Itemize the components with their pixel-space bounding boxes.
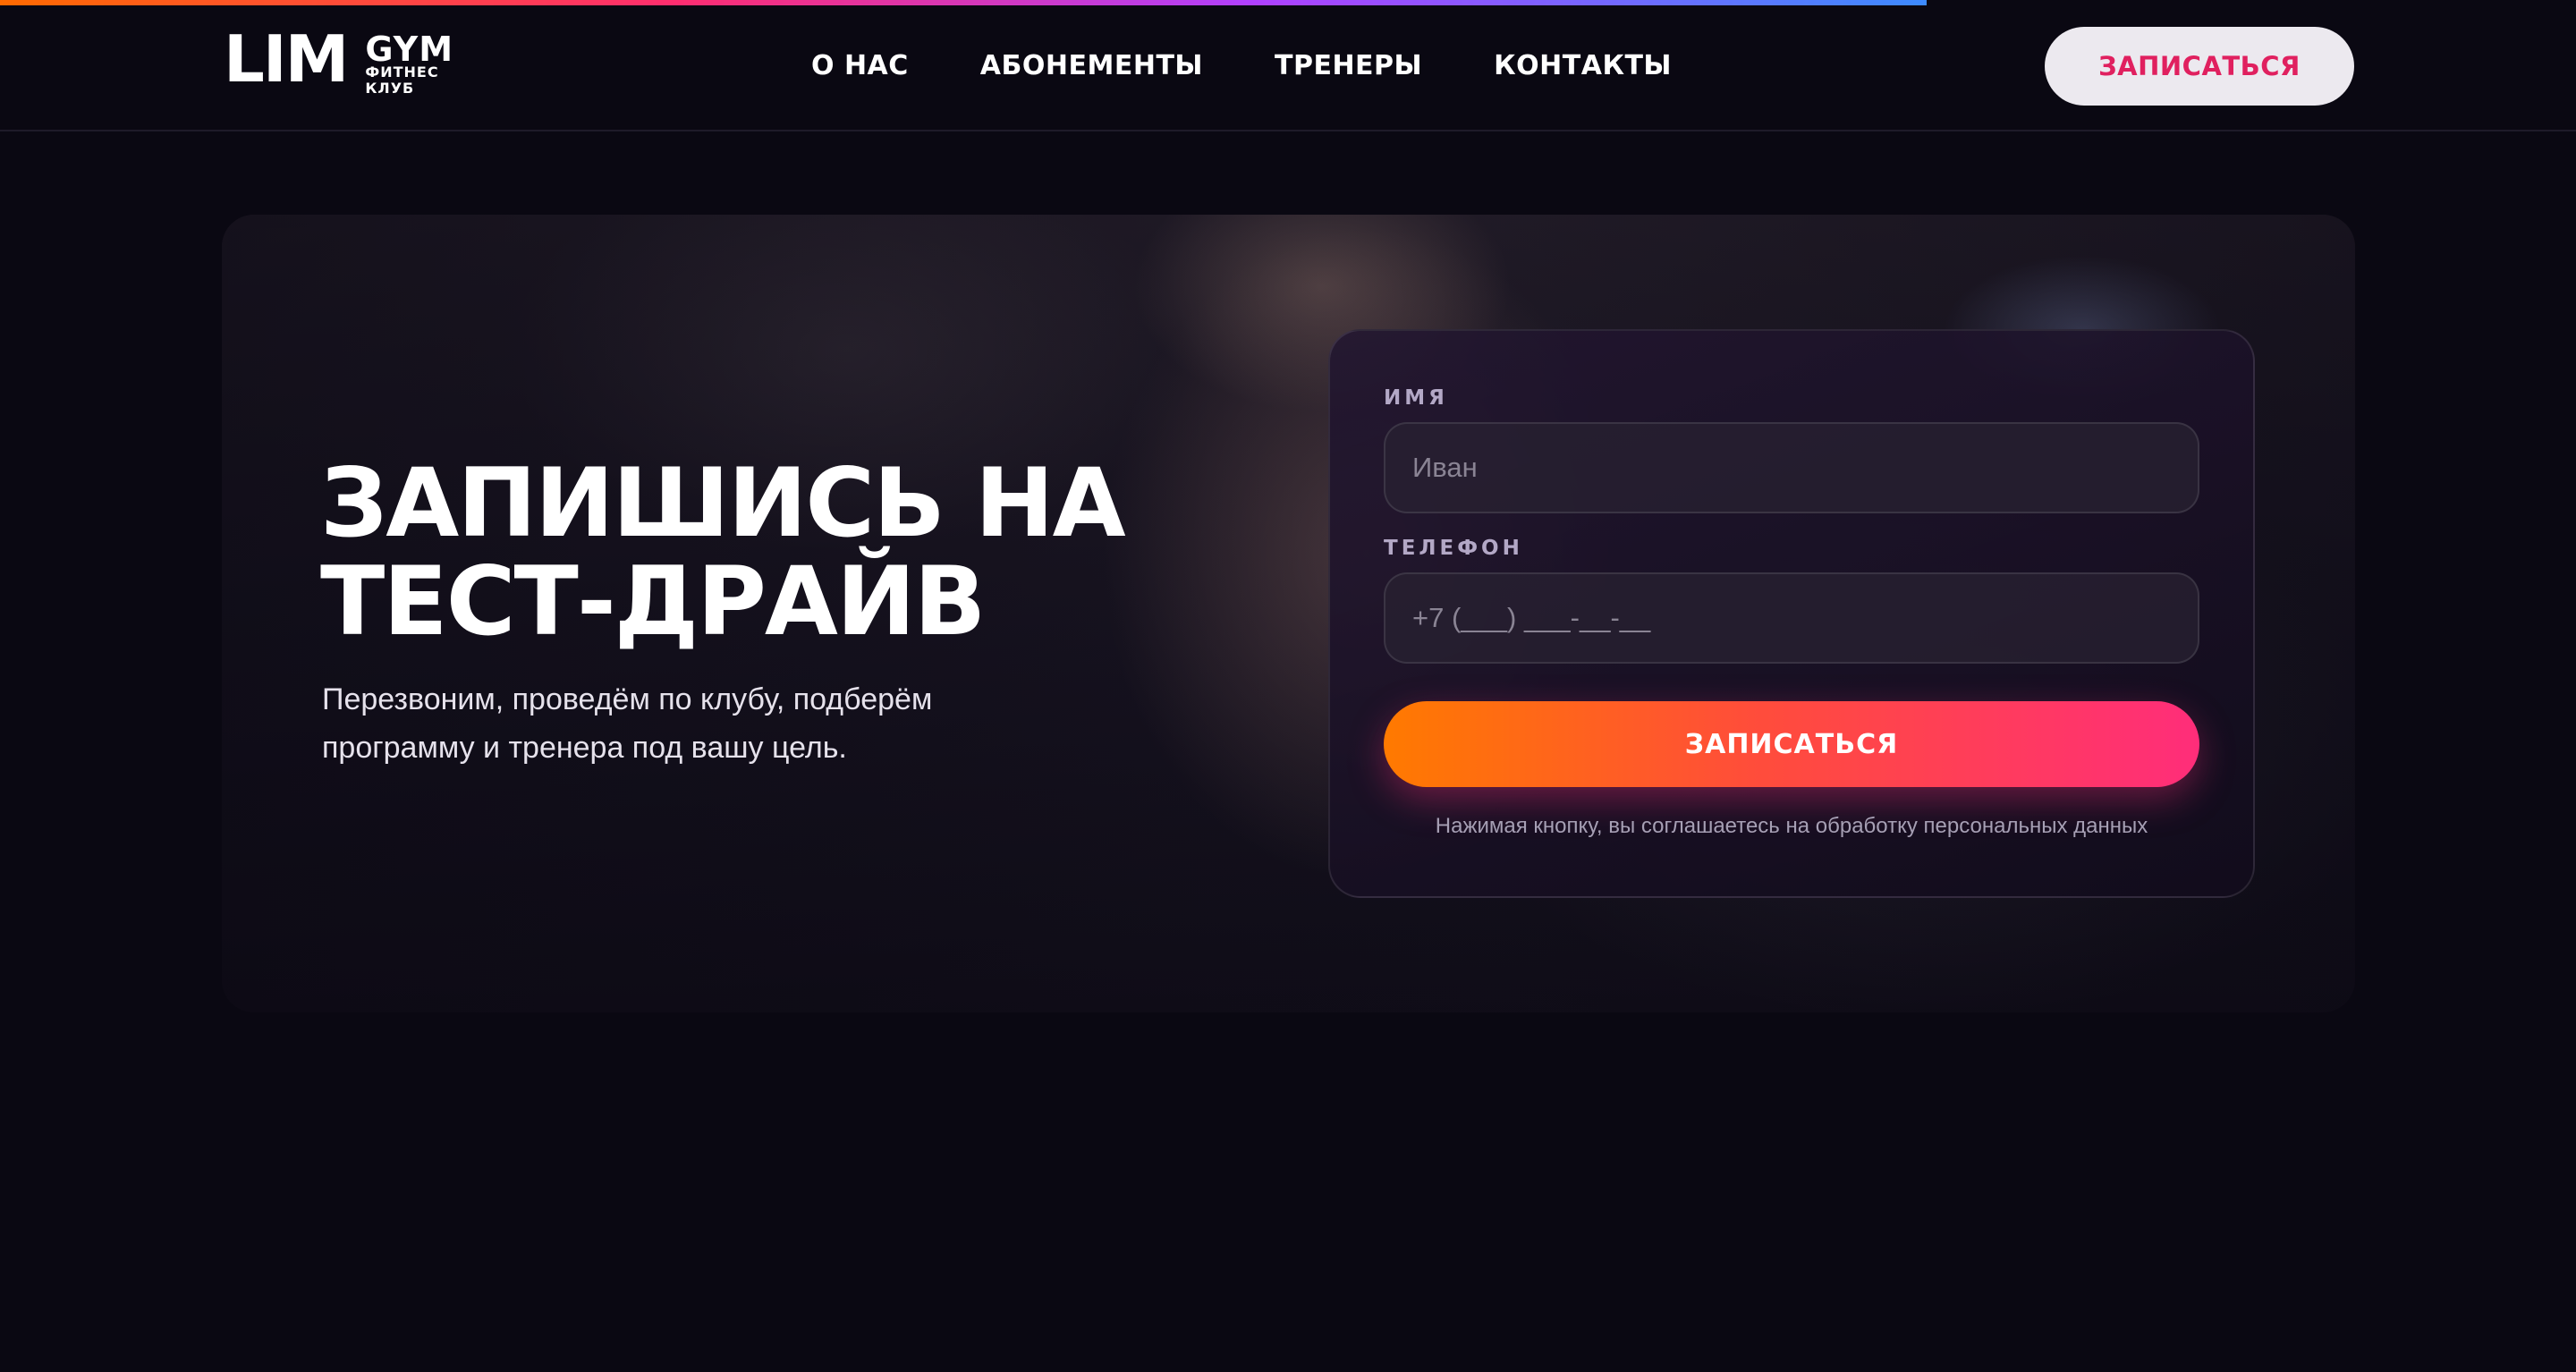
signup-form: ИМЯ ТЕЛЕФОН ЗАПИСАТЬСЯ Нажимая кнопку, в… xyxy=(1328,329,2255,898)
phone-input[interactable] xyxy=(1384,572,2199,664)
consent-text: Нажимая кнопку, вы соглашаетесь на обраб… xyxy=(1435,814,2148,838)
logo-right: GYM ФИТНЕС КЛУБ xyxy=(365,32,453,97)
logo[interactable]: LIM GYM ФИТНЕС КЛУБ xyxy=(224,21,453,97)
nav-item-memberships[interactable]: АБОНЕМЕНТЫ xyxy=(980,47,1203,86)
logo-main-text: LIM xyxy=(224,21,349,97)
top-gradient-bar xyxy=(0,0,1927,5)
site-header: LIM GYM ФИТНЕС КЛУБ О НАС АБОНЕМЕНТЫ ТРЕ… xyxy=(0,0,2576,131)
nav-item-about[interactable]: О НАС xyxy=(811,47,909,86)
header-signup-button[interactable]: ЗАПИСАТЬСЯ xyxy=(2045,27,2354,106)
hero-section: ЗАПИШИСЬ НА ТЕСТ-ДРАЙВ Перезвоним, прове… xyxy=(222,215,2355,1012)
logo-subtitle-line1: ФИТНЕС xyxy=(365,64,439,80)
phone-label: ТЕЛЕФОН xyxy=(1384,537,1523,560)
nav-item-contacts[interactable]: КОНТАКТЫ xyxy=(1494,47,1672,86)
hero-subtitle: Перезвоним, проведём по клубу, подберём … xyxy=(322,675,1002,772)
hero-title-line1: ЗАПИШИСЬ НА xyxy=(320,448,1126,558)
hero-title-line2: ТЕСТ-ДРАЙВ xyxy=(320,546,986,656)
name-label: ИМЯ xyxy=(1384,386,1448,410)
main-nav: О НАС АБОНЕМЕНТЫ ТРЕНЕРЫ КОНТАКТЫ xyxy=(811,47,1672,86)
hero-subtitle-line1: Перезвоним, проведём по клубу, подберём xyxy=(322,682,933,716)
logo-subtitle-line2: КЛУБ xyxy=(365,80,415,97)
submit-button[interactable]: ЗАПИСАТЬСЯ xyxy=(1384,701,2199,787)
nav-item-trainers[interactable]: ТРЕНЕРЫ xyxy=(1275,47,1422,86)
hero-title: ЗАПИШИСЬ НА ТЕСТ-ДРАЙВ xyxy=(320,454,1304,651)
name-input[interactable] xyxy=(1384,422,2199,513)
logo-brand-text: GYM xyxy=(365,30,454,69)
hero-subtitle-line2: программу и тренера под вашу цель. xyxy=(322,731,847,765)
